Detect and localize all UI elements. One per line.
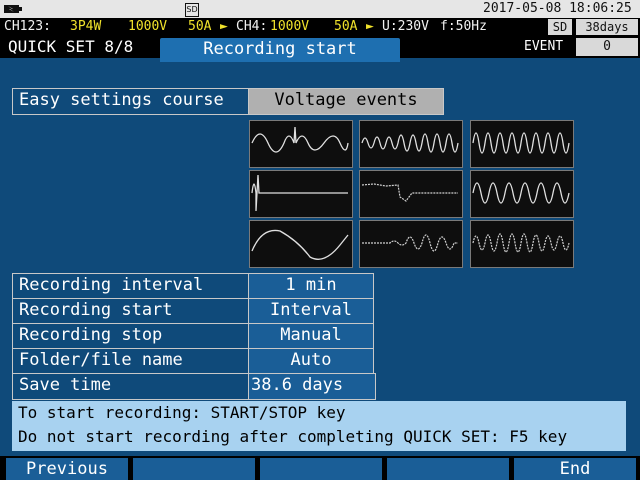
ch4-label: CH4: <box>236 19 268 34</box>
battery-icon <box>4 5 22 13</box>
waveform-inrush <box>359 220 463 268</box>
ch4-current: 50A <box>334 19 358 34</box>
recording-start-value[interactable]: Interval <box>248 298 374 325</box>
remaining-days: 38days <box>576 19 638 35</box>
event-count: 0 <box>576 38 638 56</box>
quick-set-page: QUICK SET 8/8 <box>8 37 134 56</box>
easy-settings-label: Easy settings course <box>12 88 256 115</box>
event-label: EVENT <box>524 39 564 54</box>
waveform-unbalance <box>470 220 574 268</box>
f4-button[interactable] <box>387 458 509 480</box>
nominal-voltage: U:230V <box>382 19 429 34</box>
recording-interval-value[interactable]: 1 min <box>248 273 374 300</box>
channel-info-bar: CH123: 3P4W 1000V 50A ► CH4: 1000V 50A ►… <box>0 18 640 36</box>
waveform-harmonics <box>470 120 574 168</box>
clamp-sensor-icon: ► <box>366 19 374 34</box>
recording-stop-value[interactable]: Manual <box>248 323 374 350</box>
tab-recording-start[interactable]: Recording start <box>160 38 400 62</box>
waveform-flicker <box>359 170 463 218</box>
recording-interval-label: Recording interval <box>12 273 256 300</box>
sd-status-label: SD <box>548 19 572 35</box>
waveform-swell <box>249 120 353 168</box>
f2-button[interactable] <box>133 458 255 480</box>
ch123-wiring: 3P4W <box>70 19 102 34</box>
easy-settings-value[interactable]: Voltage events <box>248 88 444 115</box>
f3-button[interactable] <box>260 458 382 480</box>
waveform-interruption <box>249 220 353 268</box>
status-bar: SD 2017-05-08 18:06:25 <box>0 0 640 18</box>
ch123-voltage: 1000V <box>128 19 168 34</box>
header: QUICK SET 8/8 Recording start EVENT 0 <box>0 36 640 62</box>
nominal-frequency: f:50Hz <box>440 19 487 34</box>
save-time-label: Save time <box>12 373 256 400</box>
recording-start-label: Recording start <box>12 298 256 325</box>
clamp-sensor-icon: ► <box>220 19 228 34</box>
waveform-transient <box>359 120 463 168</box>
info-line-2: Do not start recording after completing … <box>18 427 568 446</box>
waveform-frequency <box>470 170 574 218</box>
function-key-bar: Previous End <box>0 456 640 480</box>
folder-file-name-label: Folder/file name <box>12 348 256 375</box>
datetime: 2017-05-08 18:06:25 <box>483 1 632 16</box>
folder-file-name-value[interactable]: Auto <box>248 348 374 375</box>
ch123-label: CH123: <box>4 19 51 34</box>
info-message-box: To start recording: START/STOP key Do no… <box>12 401 626 451</box>
info-line-1: To start recording: START/STOP key <box>18 403 346 422</box>
ch123-current: 50A <box>188 19 212 34</box>
f5-end-button[interactable]: End <box>514 458 636 480</box>
recording-stop-label: Recording stop <box>12 323 256 350</box>
waveform-dip <box>249 170 353 218</box>
sd-card-icon: SD <box>185 3 199 17</box>
f1-previous-button[interactable]: Previous <box>6 458 128 480</box>
save-time-value: 38.6 days <box>248 373 376 400</box>
ch4-voltage: 1000V <box>270 19 310 34</box>
